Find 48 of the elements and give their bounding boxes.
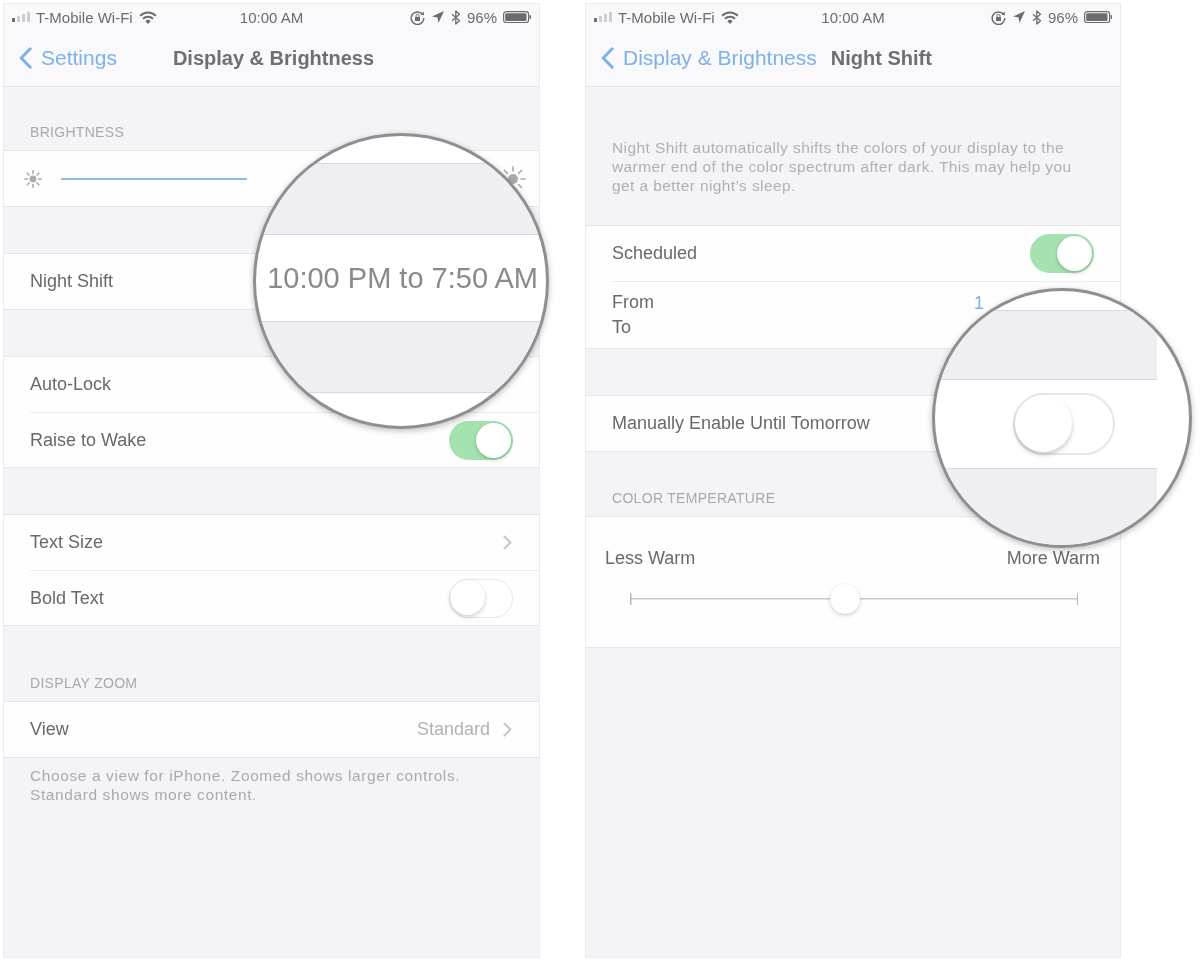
row-label[interactable]: Auto-Lock [30, 374, 112, 395]
row-label[interactable]: Night Shift [30, 271, 114, 292]
back-chevron-icon [601, 47, 614, 69]
chevron-right-icon [503, 535, 512, 550]
toggle-switch[interactable] [449, 578, 513, 618]
chevron-right-icon [503, 722, 512, 737]
slider-max-label: More Warm [1006, 549, 1100, 567]
rotation-lock-icon [409, 9, 425, 25]
status-time: 10:00 AM [239, 8, 304, 26]
bluetooth-icon [1031, 9, 1042, 25]
location-arrow-icon [430, 10, 445, 24]
row-label: Scheduled [612, 243, 698, 264]
carrier-text: T-Mobile Wi-Fi [618, 8, 715, 26]
settings-row[interactable]: Text Size [30, 515, 539, 570]
from-label: From [612, 291, 654, 314]
nav-title: Display & Brightness [171, 46, 376, 70]
section-header: COLOR TEMPERATURE [611, 489, 777, 508]
description-text: Night Shift automatically shifts the colors of your display to the warmer end of the color spectrum after dark. This may help you get a better night’s sleep. [611, 138, 1073, 196]
wifi-icon [720, 10, 739, 24]
status-time: 10:00 AM [821, 8, 885, 26]
battery-percentage: 96% [1047, 8, 1078, 26]
wifi-icon [138, 10, 157, 24]
row-value: Standard [416, 719, 490, 740]
bluetooth-icon [450, 9, 461, 25]
signal-icon [594, 12, 612, 22]
toggle-switch[interactable] [449, 420, 513, 460]
battery-icon [1084, 11, 1112, 23]
signal-icon [12, 12, 30, 22]
rotation-lock-icon [990, 9, 1006, 25]
settings-row[interactable]: View Standard [30, 702, 539, 757]
carrier-text: T-Mobile Wi-Fi [36, 8, 133, 26]
nav-title: Night Shift [829, 46, 933, 70]
row-label: Raise to Wake [30, 429, 147, 451]
slider-thumb[interactable] [830, 584, 861, 614]
back-chevron-icon [19, 47, 32, 69]
battery-icon [503, 11, 531, 23]
row-label[interactable]: Manually Enable Until Tomorrow [612, 413, 870, 434]
small-sun-icon [24, 169, 42, 188]
to-label: To [612, 316, 632, 339]
toggle-switch[interactable] [1030, 234, 1094, 273]
section-header: BRIGHTNESS [29, 123, 125, 142]
battery-percentage: 96% [466, 8, 497, 26]
location-arrow-icon [1011, 10, 1026, 24]
magnified-time-text: 10:00 PM to 7:50 AM [267, 261, 538, 295]
row-label: Bold Text [30, 587, 104, 609]
section-header: DISPLAY ZOOM [29, 674, 139, 693]
slider-min-label: Less Warm [605, 549, 696, 567]
footer-text: Choose a view for iPhone. Zoomed shows larger controls. Standard shows more content. [29, 766, 462, 805]
